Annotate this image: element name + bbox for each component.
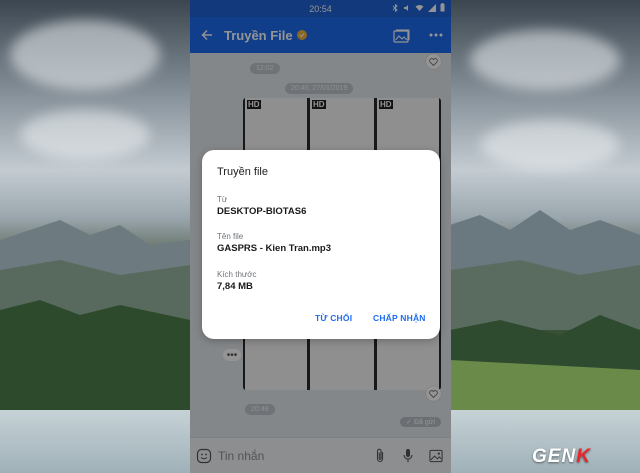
sender-value: DESKTOP-BIOTAS6 [217, 206, 307, 217]
genk-watermark: GENK [532, 446, 591, 468]
watermark-accent: K [576, 446, 591, 467]
watermark-text: GEN [532, 446, 577, 467]
wallpaper-cloud [470, 30, 620, 90]
file-size-value: 7,84 MB [217, 281, 253, 292]
sender-label: Từ [217, 195, 228, 204]
dialog-title: Truyền file [217, 166, 268, 178]
file-name-label: Tên file [217, 232, 244, 241]
file-name-value: GASPRS - Kien Tran.mp3 [217, 243, 332, 254]
file-transfer-dialog: Truyền file Từ DESKTOP-BIOTAS6 Tên file … [202, 150, 440, 339]
wallpaper-cloud [20, 110, 150, 160]
accept-button[interactable]: CHẤP NHẬN [373, 313, 426, 323]
reject-button[interactable]: TỪ CHỐI [315, 313, 352, 323]
wallpaper-cloud [10, 20, 160, 90]
file-size-label: Kích thước [217, 270, 257, 279]
wallpaper-cloud [480, 120, 620, 170]
